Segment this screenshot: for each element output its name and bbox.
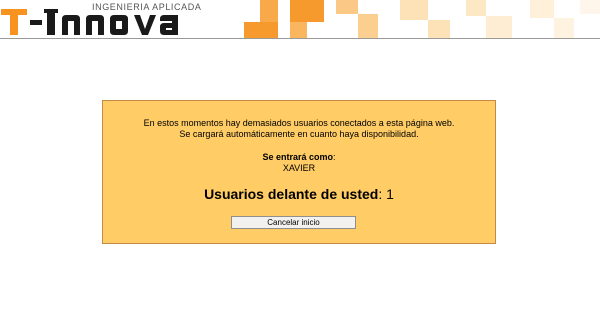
enter-as-colon: : (333, 152, 336, 162)
page-header: INGENIERIA APLICADA (0, 0, 600, 39)
cancel-login-button[interactable]: Cancelar inicio (231, 216, 356, 229)
queue-colon: : (378, 186, 383, 202)
queue-count: 1 (386, 186, 394, 202)
enter-as-label: Se entrará como (262, 152, 333, 162)
decorative-tiles (244, 0, 600, 38)
queue-status: Usuarios delante de usted: 1 (103, 185, 495, 203)
enter-as-line: Se entrará como: (103, 152, 495, 163)
queue-notice-box: En estos momentos hay demasiados usuario… (102, 100, 496, 244)
t-innova-logo: INGENIERIA APLICADA (0, 0, 240, 38)
notice-message-line2: Se cargará automáticamente en cuanto hay… (179, 129, 419, 139)
queue-label: Usuarios delante de usted (204, 186, 379, 202)
notice-message-line1: En estos momentos hay demasiados usuario… (143, 118, 455, 128)
username: XAVIER (282, 163, 316, 173)
logo-tagline: INGENIERIA APLICADA (92, 2, 202, 12)
